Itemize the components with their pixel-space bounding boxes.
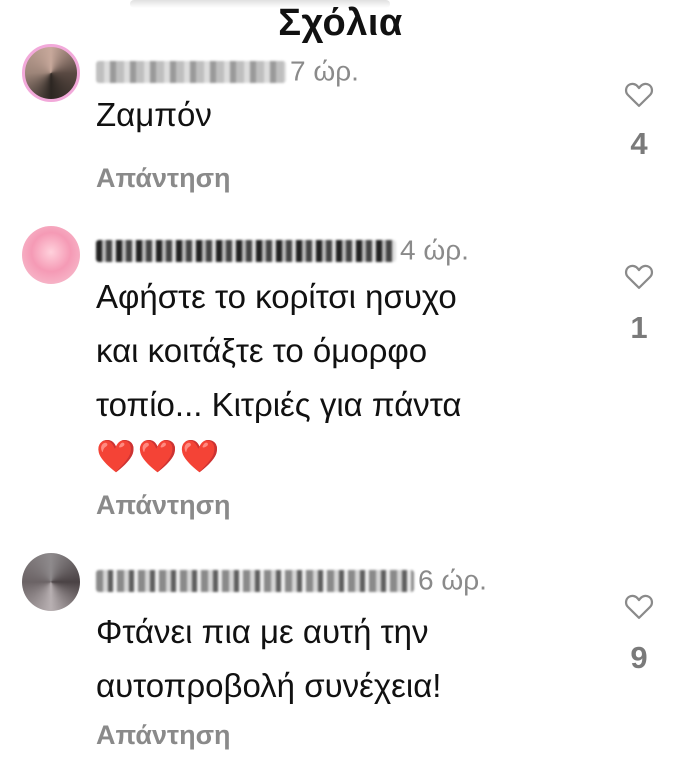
comment-text-line: και κοιτάξτε το όμορφο (96, 332, 428, 369)
comment-meta: 4 ώρ. (96, 233, 469, 267)
comment-text-line: Αφήστε το κορίτσι ησυχο (96, 278, 457, 315)
comment-time: 6 ώρ. (418, 564, 487, 596)
reply-button[interactable]: Απάντηση (96, 490, 231, 521)
reply-button[interactable]: Απάντηση (96, 720, 231, 751)
comment-text-line: Φτάνει πια με αυτή την (96, 613, 429, 650)
comment-text-line: αυτοπροβολή συνέχεια! (96, 667, 442, 704)
avatar[interactable] (22, 553, 80, 611)
comment-text: Αφήστε το κορίτσι ησυχο και κοιτάξτε το … (96, 270, 566, 480)
avatar[interactable] (22, 226, 80, 284)
comment-text: Ζαμπόν (96, 88, 566, 142)
username-redacted[interactable] (96, 239, 396, 262)
heart-outline-icon[interactable] (624, 592, 654, 620)
comment-text-line: Ζαμπόν (96, 96, 212, 133)
heart-emojis: ❤️❤️❤️ (96, 438, 222, 474)
heart-outline-icon[interactable] (624, 262, 654, 290)
comment-text: Φτάνει πια με αυτή την αυτοπροβολή συνέχ… (96, 605, 566, 713)
comment-time: 7 ώρ. (290, 55, 359, 87)
like-count: 9 (630, 640, 648, 675)
reply-button[interactable]: Απάντηση (96, 163, 231, 194)
heart-outline-icon[interactable] (624, 80, 654, 108)
avatar[interactable] (22, 44, 80, 102)
comment-meta: 7 ώρ. (96, 54, 359, 88)
page-title: Σχόλια (278, 2, 403, 44)
username-redacted[interactable] (96, 60, 286, 83)
like-count: 4 (630, 126, 648, 161)
comment-time: 4 ώρ. (400, 234, 469, 266)
comment-text-line: τοπίο... Κιτριές για πάντα (96, 386, 462, 423)
comment-meta: 6 ώρ. (96, 563, 487, 597)
username-redacted[interactable] (96, 569, 414, 592)
like-count: 1 (630, 310, 648, 345)
